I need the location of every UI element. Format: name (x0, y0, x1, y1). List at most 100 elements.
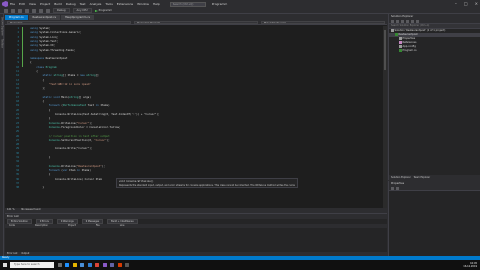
solution-explorer-panel: Solution Explorer Search Solution Explor… (388, 14, 480, 180)
line-number: 5 (17, 44, 19, 48)
undo-icon[interactable] (39, 8, 43, 13)
column-header[interactable]: Description (35, 224, 48, 228)
code-token: ); (89, 121, 93, 125)
type-dropdown[interactable]: Programm.Program (134, 20, 258, 24)
code-line: }; (30, 87, 46, 91)
windows-taskbar: Type here to search 10:45 16.12.2019 (0, 260, 480, 270)
code-token: [] (95, 74, 99, 78)
office-icon[interactable] (117, 263, 122, 267)
column-header[interactable]: Project (68, 224, 76, 228)
vertical-scrollbar[interactable] (383, 26, 387, 212)
line-number: 11 (16, 70, 19, 73)
column-header[interactable]: File (96, 224, 100, 228)
menu-item[interactable]: Test (80, 2, 86, 6)
explorer-icon[interactable] (72, 263, 77, 267)
start-button[interactable]: Programm (94, 9, 112, 12)
code-token: Items) (100, 104, 110, 108)
line-number: 33 (16, 164, 19, 168)
server-explorer-tab[interactable]: Server Explorer (1, 17, 4, 36)
mail-icon[interactable] (87, 263, 92, 267)
code-token: [] args) (78, 95, 91, 99)
column-header[interactable]: Code (9, 224, 15, 228)
line-number: 18 (16, 100, 19, 104)
project-dropdown[interactable]: Programm (7, 20, 131, 24)
zoom-level[interactable]: 121 % (7, 208, 15, 211)
menu-item[interactable]: Edit (19, 2, 25, 6)
code-line: Console.WriteLine( Cursor Item (30, 178, 102, 181)
minimize-icon[interactable]: – (455, 1, 457, 6)
new-file-icon[interactable] (18, 8, 22, 13)
menu-item[interactable]: Help (153, 2, 160, 6)
menu-item[interactable]: Build (54, 2, 62, 6)
windows-start-icon[interactable] (3, 263, 7, 267)
menu-item[interactable]: Analyze (90, 2, 102, 6)
menu-item[interactable]: Debug (66, 2, 76, 6)
code-token: Console (48, 125, 60, 129)
member-dropdown[interactable]: Main(string[] args) (261, 20, 385, 24)
menu-item[interactable]: View (29, 2, 36, 6)
properties-icon[interactable] (416, 20, 419, 23)
configuration-dropdown[interactable]: Debug (53, 8, 70, 13)
tree-item[interactable]: Program.cs (389, 49, 480, 53)
store-icon[interactable] (80, 263, 84, 267)
taskbar-search-input[interactable]: Type here to search (10, 262, 54, 268)
code-token: using (30, 39, 40, 43)
column-header[interactable]: Line (120, 224, 125, 228)
code-line: Console.ForegroundColor = ConsoleColor.Y… (30, 126, 121, 129)
redo-icon[interactable] (46, 8, 50, 13)
forward-icon[interactable] (396, 20, 399, 23)
maximize-icon[interactable]: □ (464, 1, 468, 6)
menu-item[interactable]: Window (137, 2, 149, 6)
task-view-icon[interactable] (57, 263, 62, 267)
terminal-icon[interactable] (125, 263, 129, 267)
code-token: foreach (48, 168, 62, 172)
alphabetical-icon[interactable] (396, 187, 399, 190)
close-icon[interactable]: × (475, 1, 478, 6)
code-token: Console (48, 121, 60, 125)
scrollbar-thumb[interactable] (384, 30, 386, 70)
forward-icon[interactable] (11, 8, 15, 13)
editor-tab[interactable]: Restaurantpost.cs (28, 15, 60, 20)
edge-icon[interactable] (65, 263, 69, 267)
code-token: using (30, 27, 40, 30)
code-token: static void (42, 95, 62, 99)
menu-item[interactable]: File (10, 2, 15, 6)
save-icon[interactable] (25, 8, 29, 13)
code-token: { (30, 61, 32, 65)
code-token: }; (30, 87, 46, 91)
code-token: // Cursor position in text after output (30, 134, 110, 138)
toolbox-tab[interactable]: Toolbox (1, 39, 4, 48)
back-icon[interactable] (391, 20, 394, 23)
categorized-icon[interactable] (391, 187, 394, 190)
line-number: 2 (17, 31, 19, 35)
platform-dropdown[interactable]: Any CPU (72, 8, 92, 13)
editor-tab[interactable]: Program.cs (5, 15, 28, 20)
clock-date: 16.12.2019 (463, 264, 477, 268)
menu-item[interactable]: Tools (105, 2, 112, 6)
item-icon (399, 37, 402, 40)
line-number: 14 (16, 82, 19, 86)
tab-team-explorer[interactable]: Team Explorer (414, 175, 430, 180)
editor-tab[interactable]: Hauptprogramm.cs (60, 15, 95, 20)
code-line: { (30, 61, 32, 64)
menu-item[interactable]: Project (40, 2, 50, 6)
back-icon[interactable] (4, 8, 8, 13)
menu-item[interactable]: Extensions (117, 2, 133, 6)
collapse-icon[interactable] (411, 20, 414, 23)
system-tray-clock[interactable]: 10:45 16.12.2019 (463, 262, 477, 269)
vs-icon[interactable] (102, 263, 107, 267)
code-token: .ForegroundColor = ConsoleColor.Yellow; (59, 125, 121, 129)
tab-solution-explorer[interactable]: Solution Explorer (391, 175, 411, 180)
chrome-icon[interactable] (95, 263, 99, 267)
line-number: 25 (16, 130, 19, 134)
save-all-icon[interactable] (32, 8, 36, 13)
line-number: 7 (17, 52, 19, 56)
sync-icon[interactable] (406, 20, 409, 23)
search-input[interactable]: Search (Ctrl+Q) (169, 1, 206, 7)
home-icon[interactable] (401, 20, 404, 23)
csharp-file-icon (395, 33, 398, 36)
code-line: { (30, 100, 44, 103)
teams-icon[interactable] (110, 263, 114, 267)
code-token: PerformanceTest (62, 104, 87, 108)
